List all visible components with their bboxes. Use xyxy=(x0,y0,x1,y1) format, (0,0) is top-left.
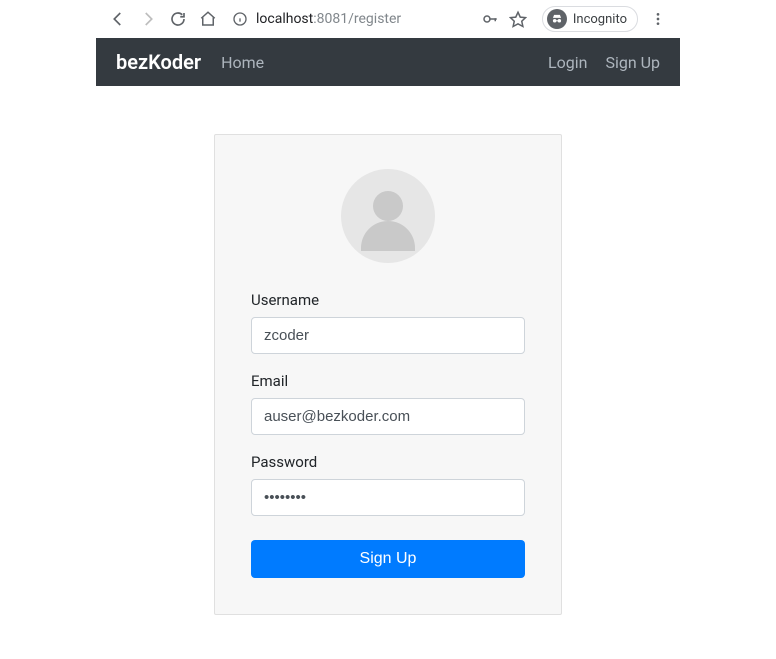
email-label: Email xyxy=(251,372,525,390)
home-icon[interactable] xyxy=(198,9,218,29)
incognito-icon xyxy=(547,9,567,29)
site-info-icon[interactable] xyxy=(232,11,248,27)
incognito-badge[interactable]: Incognito xyxy=(542,6,638,32)
incognito-label: Incognito xyxy=(573,12,627,27)
nav-link-home[interactable]: Home xyxy=(221,53,264,72)
email-input[interactable] xyxy=(251,398,525,435)
reload-icon[interactable] xyxy=(168,9,188,29)
key-icon[interactable] xyxy=(480,9,500,29)
email-group: Email xyxy=(251,372,525,435)
avatar-placeholder-icon xyxy=(341,169,435,263)
register-card: Username Email Password Sign Up xyxy=(214,134,562,615)
address-bar[interactable]: localhost:8081/register xyxy=(228,9,532,29)
nav-link-login[interactable]: Login xyxy=(548,53,587,72)
brand-logo[interactable]: bezKoder xyxy=(116,50,201,74)
url-text: localhost:8081/register xyxy=(256,11,472,27)
star-icon[interactable] xyxy=(508,9,528,29)
nav-link-signup[interactable]: Sign Up xyxy=(605,53,660,72)
back-icon[interactable] xyxy=(108,9,128,29)
password-input[interactable] xyxy=(251,479,525,516)
page-content: Username Email Password Sign Up xyxy=(0,86,776,615)
username-label: Username xyxy=(251,291,525,309)
forward-icon[interactable] xyxy=(138,9,158,29)
avatar xyxy=(251,169,525,263)
browser-toolbar: localhost:8081/register Incognito xyxy=(96,0,680,38)
signup-button[interactable]: Sign Up xyxy=(251,540,525,578)
password-label: Password xyxy=(251,453,525,471)
password-group: Password xyxy=(251,453,525,516)
username-input[interactable] xyxy=(251,317,525,354)
app-navbar: bezKoder Home Login Sign Up xyxy=(96,38,680,86)
menu-icon[interactable] xyxy=(648,9,668,29)
username-group: Username xyxy=(251,291,525,354)
